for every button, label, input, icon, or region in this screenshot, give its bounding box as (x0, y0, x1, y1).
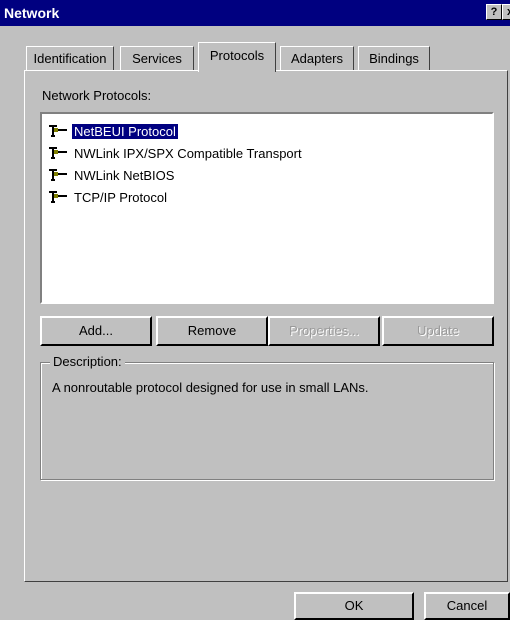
tab-bindings[interactable]: Bindings (358, 46, 430, 70)
help-button[interactable]: ? (486, 4, 502, 20)
tab-panel (24, 70, 508, 582)
tab-identification[interactable]: Identification (26, 46, 114, 70)
cancel-button[interactable]: Cancel (424, 592, 510, 620)
title-bar: Network ? x (0, 0, 510, 26)
close-button[interactable]: x (502, 4, 510, 20)
ok-button[interactable]: OK (294, 592, 414, 620)
tab-services[interactable]: Services (120, 46, 194, 70)
tab-adapters[interactable]: Adapters (280, 46, 354, 70)
window-title: Network (4, 5, 60, 21)
tab-protocols[interactable]: Protocols (198, 42, 276, 72)
